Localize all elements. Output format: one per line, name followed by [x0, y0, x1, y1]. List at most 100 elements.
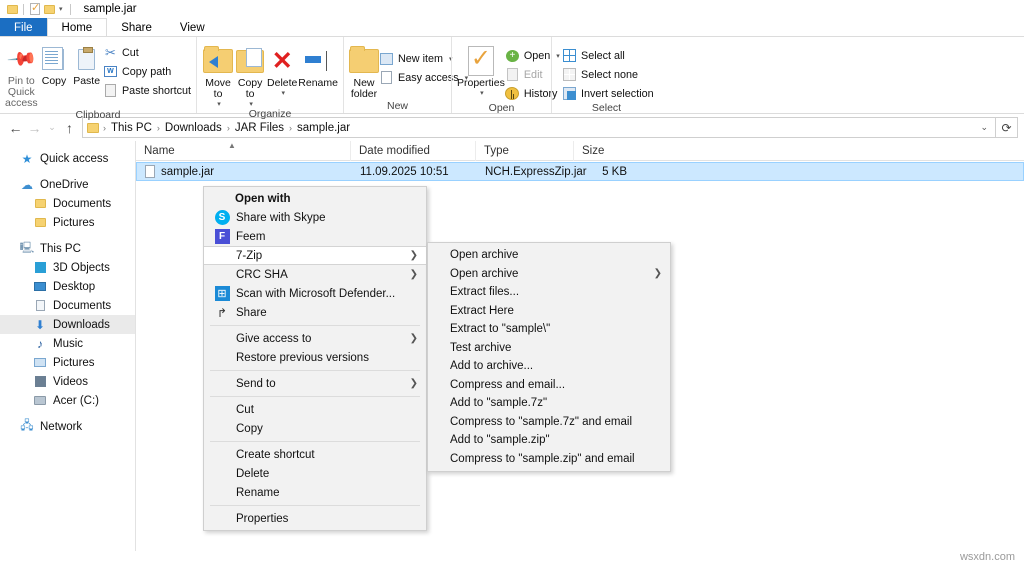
new-folder-button[interactable]: New folder [349, 42, 379, 100]
sidebar-item-onedrive-documents[interactable]: Documents [0, 194, 135, 213]
table-row[interactable]: sample.jar 11.09.2025 10:51 NCH.ExpressZ… [136, 162, 1024, 181]
column-header-date-modified[interactable]: Date modified [351, 140, 476, 161]
sidebar-item-desktop[interactable]: Desktop [0, 277, 135, 296]
move-to-button[interactable]: Move to ▾ [202, 42, 234, 108]
move-to-chevron-down-icon[interactable]: ▾ [217, 100, 221, 108]
sidebar-item-this-pc[interactable]: 🖳 This PC [0, 239, 135, 258]
select-all-button[interactable]: Select all [562, 47, 654, 64]
copy-icon [41, 44, 64, 74]
copy-path-button[interactable]: W Copy path [103, 63, 191, 80]
quick-access-chevron-down-icon[interactable]: ▾ [56, 5, 66, 13]
quick-access-properties-icon[interactable] [28, 1, 42, 16]
menu-label-send-to: Send to [236, 377, 276, 390]
menu-item-feem[interactable]: F Feem [204, 227, 426, 246]
quick-access-new-folder-icon[interactable] [42, 2, 56, 16]
copy-to-folder-icon [236, 46, 265, 76]
sidebar-item-music[interactable]: ♪ Music [0, 334, 135, 353]
refresh-button[interactable]: ⟳ [996, 117, 1018, 138]
copy-to-chevron-down-icon[interactable]: ▾ [249, 100, 253, 108]
submenu-item-add-to-zip[interactable]: Add to "sample.zip" [428, 431, 670, 450]
menu-item-7-zip[interactable]: 7-Zip ❯ [204, 246, 426, 265]
submenu-item-extract-here[interactable]: Extract Here [428, 302, 670, 321]
rename-button[interactable]: Rename [298, 42, 338, 89]
paste-button[interactable]: Paste [70, 40, 103, 87]
menu-item-delete[interactable]: Delete [204, 464, 426, 483]
menu-item-restore-previous-versions[interactable]: Restore previous versions [204, 348, 426, 367]
tab-view[interactable]: View [166, 18, 219, 37]
menu-item-crc-sha[interactable]: CRC SHA ❯ [204, 265, 426, 284]
pin-to-quick-access-button[interactable]: 📌 Pin to Quick access [5, 40, 38, 109]
quick-access-folder-icon[interactable] [5, 2, 19, 16]
submenu-item-add-to-archive[interactable]: Add to archive... [428, 357, 670, 376]
submenu-item-compress-to-zip-and-email[interactable]: Compress to "sample.zip" and email [428, 450, 670, 469]
column-header-name[interactable]: Name [136, 140, 351, 161]
menu-item-copy[interactable]: Copy [204, 419, 426, 438]
copy-button[interactable]: Copy [38, 40, 71, 87]
submenu-item-add-to-7z[interactable]: Add to "sample.7z" [428, 394, 670, 413]
select-none-button[interactable]: Select none [562, 66, 654, 83]
network-icon: 🖧 [20, 418, 34, 432]
menu-item-create-shortcut[interactable]: Create shortcut [204, 445, 426, 464]
address-dropdown-chevron-down-icon[interactable]: ⌄ [980, 122, 991, 133]
menu-item-share-with-skype[interactable]: S Share with Skype [204, 208, 426, 227]
sidebar-item-downloads[interactable]: ⬇ Downloads [0, 315, 135, 334]
tab-home[interactable]: Home [46, 18, 108, 37]
ribbon: 📌 Pin to Quick access Copy Paste ✂ Cut W… [0, 37, 1024, 121]
menu-label-create-shortcut: Create shortcut [236, 448, 315, 461]
column-header-type[interactable]: Type [476, 140, 574, 161]
cut-button[interactable]: ✂ Cut [103, 44, 191, 61]
copy-path-icon: W [103, 65, 118, 79]
tab-file[interactable]: File [0, 18, 47, 37]
breadcrumb-jar-files[interactable]: JAR Files [232, 122, 287, 134]
tab-share[interactable]: Share [107, 18, 166, 37]
sidebar-label-onedrive-pictures: Pictures [53, 216, 95, 229]
sidebar-label-downloads: Downloads [53, 318, 110, 331]
invert-selection-button[interactable]: Invert selection [562, 85, 654, 102]
column-header-size[interactable]: Size [574, 141, 634, 161]
menu-item-properties[interactable]: Properties [204, 509, 426, 528]
sidebar-item-quick-access[interactable]: ★ Quick access [0, 149, 135, 168]
sidebar-item-documents[interactable]: Documents [0, 296, 135, 315]
sidebar-item-network[interactable]: 🖧 Network [0, 417, 135, 436]
delete-button[interactable]: ✕ Delete ▾ [266, 42, 298, 97]
ribbon-group-open: Properties ▾ + Open ▾ Edit History O [451, 37, 560, 114]
cloud-icon: ☁ [21, 177, 33, 192]
menu-item-rename[interactable]: Rename [204, 483, 426, 502]
copy-to-button[interactable]: Copy to ▾ [234, 42, 266, 108]
sidebar-label-videos: Videos [53, 375, 88, 388]
menu-item-open-with[interactable]: Open with [204, 189, 426, 208]
drive-icon [33, 394, 47, 408]
submenu-item-extract-files[interactable]: Extract files... [428, 283, 670, 302]
menu-item-cut[interactable]: Cut [204, 400, 426, 419]
submenu-item-extract-to-folder[interactable]: Extract to "sample\" [428, 320, 670, 339]
menu-item-scan-with-defender[interactable]: ⊞ Scan with Microsoft Defender... [204, 284, 426, 303]
sidebar-item-onedrive[interactable]: ☁ OneDrive [0, 175, 135, 194]
sidebar-item-onedrive-pictures[interactable]: Pictures [0, 213, 135, 232]
submenu-item-open-archive[interactable]: Open archive [428, 246, 670, 265]
properties-button[interactable]: Properties ▾ [457, 42, 505, 97]
submenu-item-compress-to-7z-and-email[interactable]: Compress to "sample.7z" and email [428, 413, 670, 432]
menu-item-give-access-to[interactable]: Give access to ❯ [204, 329, 426, 348]
breadcrumb-sample-jar[interactable]: sample.jar [294, 122, 353, 134]
properties-chevron-down-icon[interactable]: ▾ [480, 89, 484, 97]
menu-item-share[interactable]: ↱ Share [204, 303, 426, 322]
menu-label-7-zip: 7-Zip [236, 249, 263, 262]
history-icon [505, 87, 520, 101]
delete-chevron-down-icon[interactable]: ▾ [281, 89, 285, 97]
sidebar-item-3d-objects[interactable]: 3D Objects [0, 258, 135, 277]
sidebar-item-pictures[interactable]: Pictures [0, 353, 135, 372]
sidebar-item-acer-c[interactable]: Acer (C:) [0, 391, 135, 410]
submenu-item-open-archive-with[interactable]: Open archive ❯ [428, 265, 670, 284]
paste-shortcut-button[interactable]: Paste shortcut [103, 82, 191, 99]
move-to-folder-icon [203, 46, 234, 76]
sidebar-item-videos[interactable]: Videos [0, 372, 135, 391]
paste-label: Paste [73, 75, 101, 87]
menu-label-cut: Cut [236, 403, 254, 416]
delete-label: Delete [267, 77, 298, 89]
folder-icon [33, 197, 47, 211]
submenu-item-test-archive[interactable]: Test archive [428, 339, 670, 358]
chevron-right-icon-submenu: ❯ [653, 268, 662, 280]
clipboard-small-commands: ✂ Cut W Copy path Paste shortcut [103, 40, 191, 99]
menu-item-send-to[interactable]: Send to ❯ [204, 374, 426, 393]
submenu-item-compress-and-email[interactable]: Compress and email... [428, 376, 670, 395]
